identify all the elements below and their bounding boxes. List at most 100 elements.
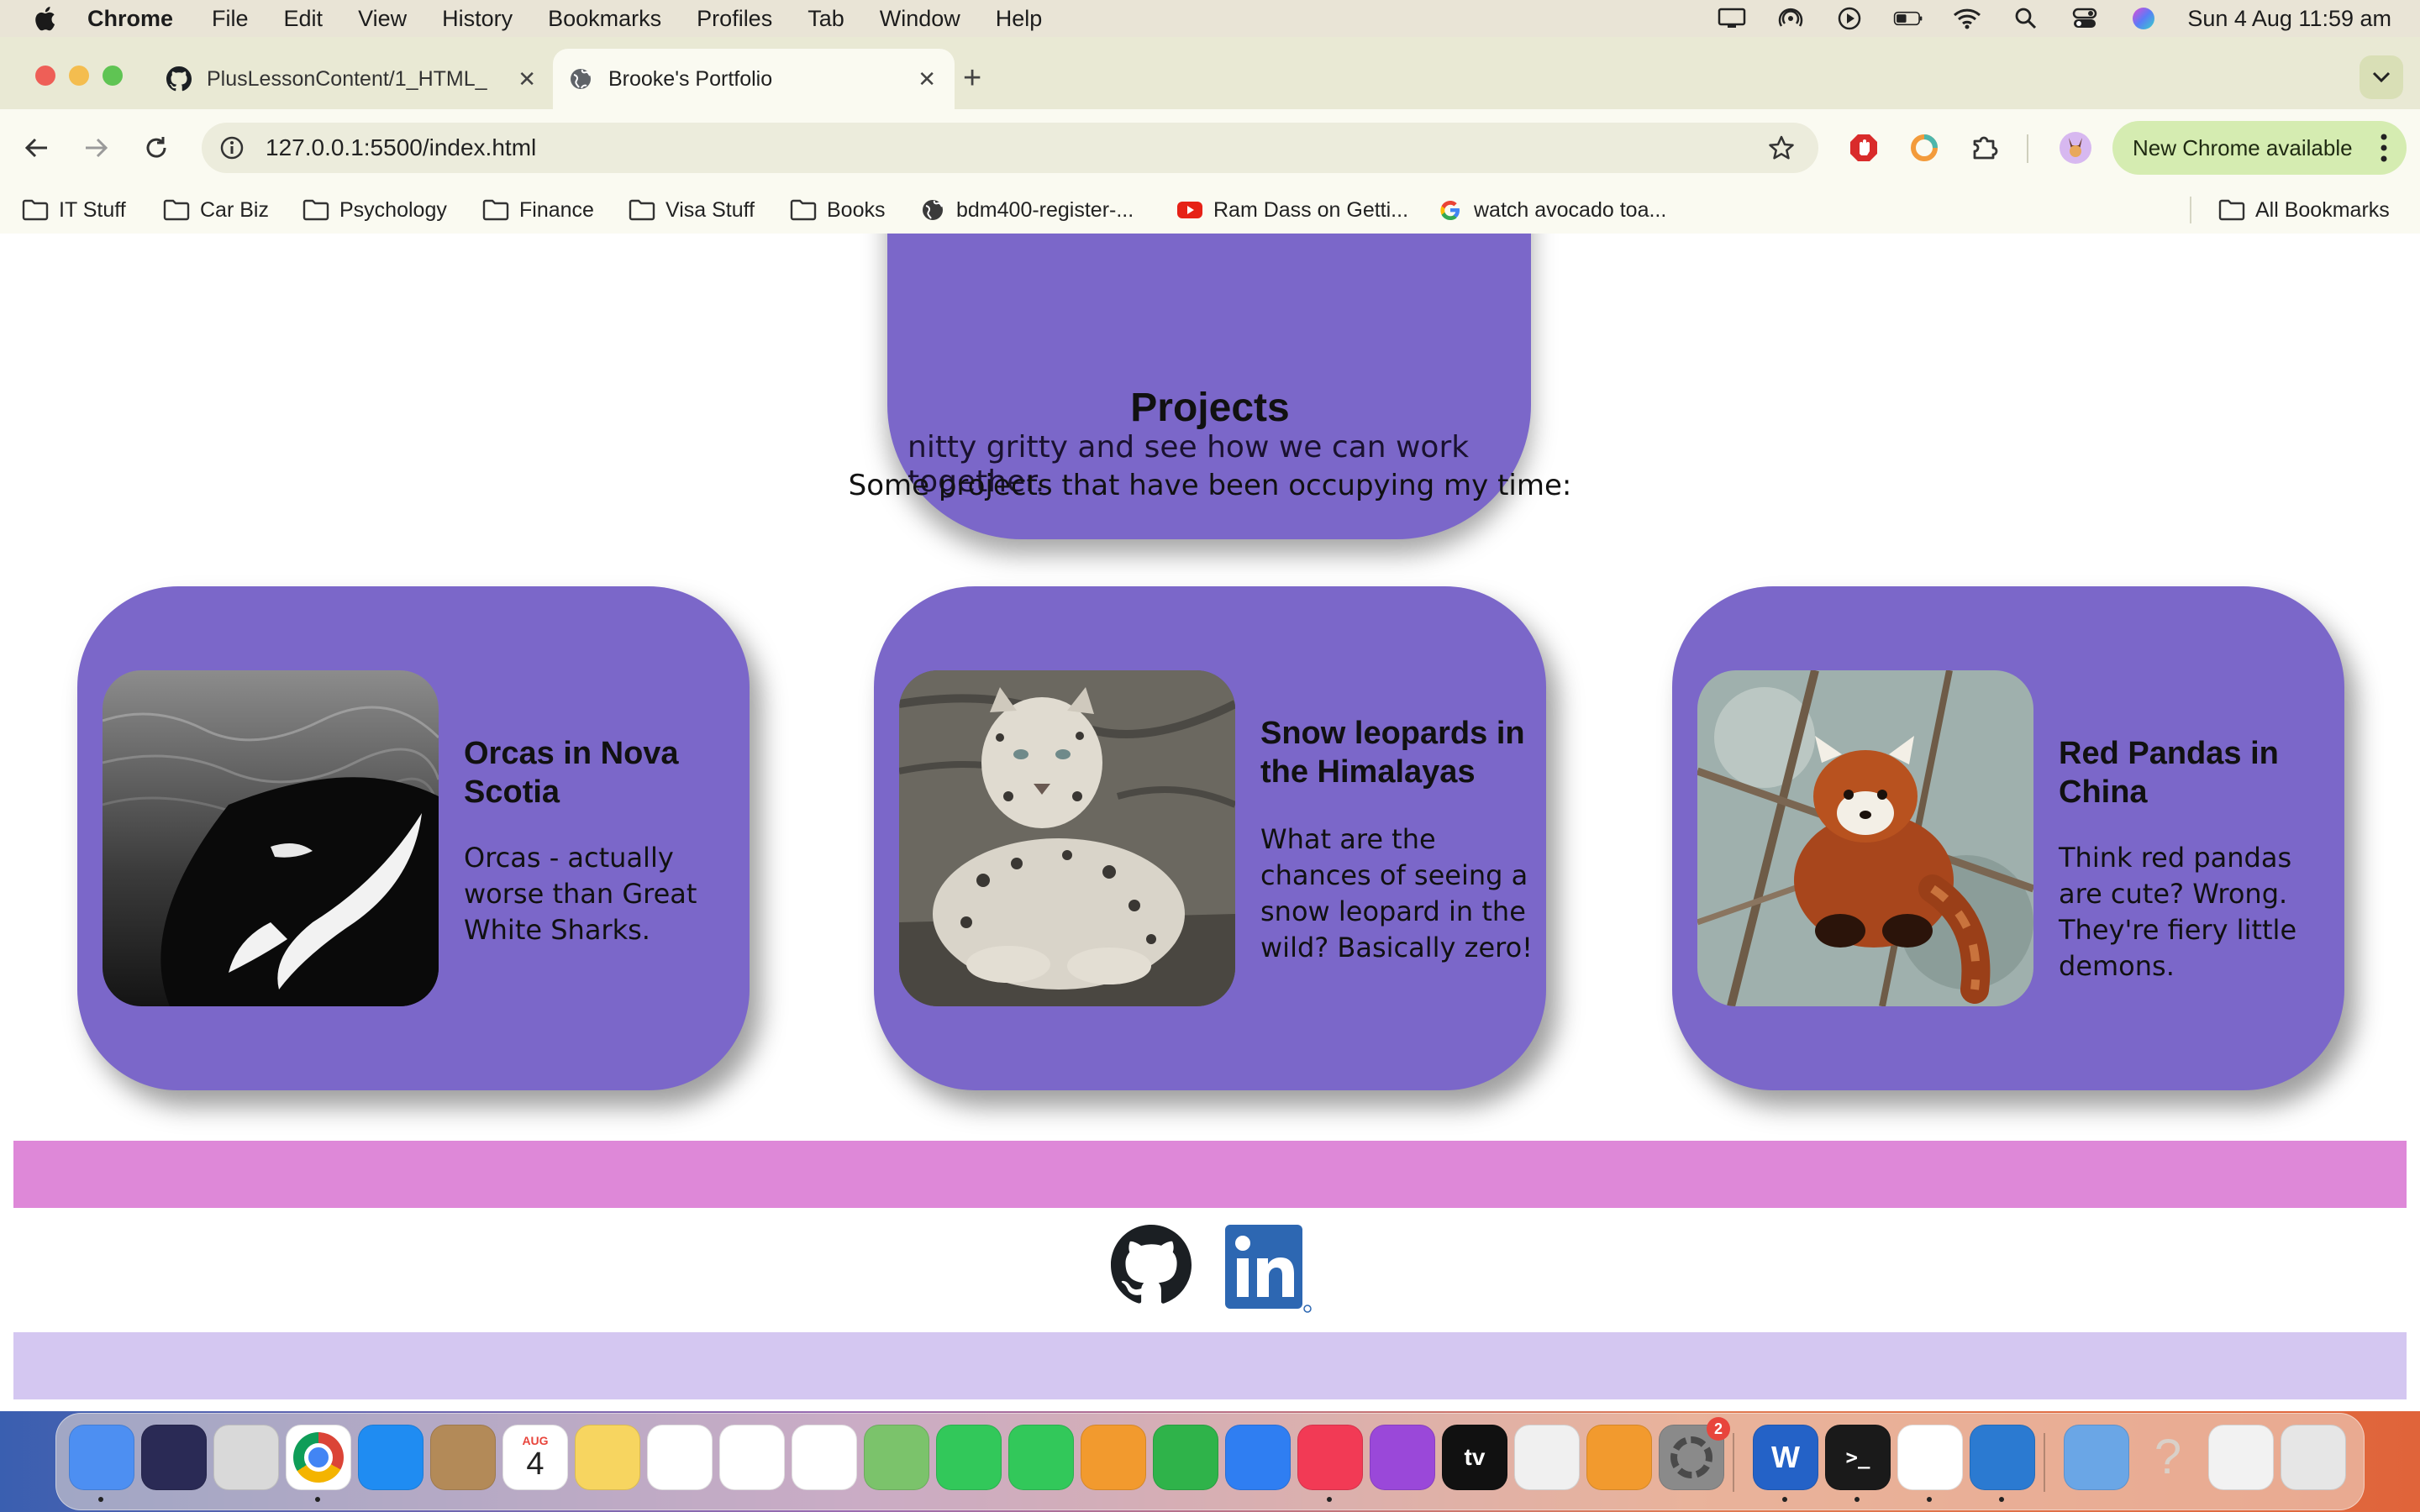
running-indicator	[98, 1497, 103, 1502]
tab-close-icon[interactable]: ✕	[918, 66, 936, 92]
reminders-icon[interactable]	[719, 1425, 785, 1490]
menu-tab[interactable]: Tab	[808, 6, 844, 32]
siri-icon[interactable]	[2128, 7, 2159, 30]
news-icon[interactable]	[1514, 1425, 1580, 1490]
help-icon[interactable]: ?	[2136, 1425, 2200, 1488]
facetime-icon[interactable]	[1008, 1425, 1074, 1490]
airdrop-icon[interactable]	[1776, 7, 1806, 30]
apple-logo-icon[interactable]	[34, 6, 55, 31]
tab-close-icon[interactable]: ✕	[518, 66, 536, 92]
control-center-icon[interactable]	[2070, 7, 2100, 30]
github-link[interactable]	[1111, 1225, 1192, 1305]
profile-avatar[interactable]	[2059, 131, 2092, 165]
project-description: Think red pandas are cute? Wrong. They'r…	[2059, 842, 2297, 982]
reload-button[interactable]	[136, 128, 176, 168]
tab-pluslessoncontent[interactable]: PlusLessonContent/1_HTML_ ✕	[150, 49, 555, 109]
tab-brookes-portfolio[interactable]: Brooke's Portfolio ✕	[553, 49, 955, 109]
bookmark-bdm400-register[interactable]: bdm400-register-...	[919, 195, 1134, 225]
url-text[interactable]: 127.0.0.1:5500/index.html	[266, 134, 536, 161]
bookmark-folder-car-biz[interactable]: Car Biz	[163, 195, 269, 225]
chrome-icon[interactable]	[286, 1425, 351, 1490]
menu-file[interactable]: File	[212, 6, 249, 32]
back-button[interactable]	[17, 128, 57, 168]
menu-edit[interactable]: Edit	[284, 6, 324, 32]
word-icon[interactable]: W	[1753, 1425, 1818, 1490]
podcasts-icon[interactable]	[1370, 1425, 1435, 1490]
now-playing-icon[interactable]	[1834, 7, 1865, 30]
menu-clock[interactable]: Sun 4 Aug 11:59 am	[2187, 6, 2391, 32]
linkedin-link[interactable]	[1225, 1225, 1313, 1314]
dock-divider	[2044, 1433, 2045, 1492]
maps-icon[interactable]	[864, 1425, 929, 1490]
running-indicator	[1782, 1497, 1787, 1502]
numbers-icon[interactable]	[1153, 1425, 1218, 1490]
battery-icon[interactable]	[1893, 7, 1923, 30]
tv-icon[interactable]: tv	[1442, 1425, 1507, 1490]
display-icon[interactable]	[1717, 7, 1747, 30]
folder-icon	[482, 198, 509, 222]
bookmark-folder-psychology[interactable]: Psychology	[302, 195, 447, 225]
terminal-icon[interactable]: >_	[1825, 1425, 1891, 1490]
status-area: Sun 4 Aug 11:59 am	[1688, 0, 2391, 37]
web-page-viewport[interactable]: nitty gritty and see how we can work tog…	[0, 234, 2420, 1411]
window-minimize-button[interactable]	[69, 66, 89, 86]
bookmark-label: IT Stuff	[59, 197, 126, 222]
bookmark-folder-books[interactable]: Books	[790, 195, 885, 225]
downloads-folder-icon[interactable]	[2064, 1425, 2129, 1490]
calendar-icon[interactable]: AUG 4	[502, 1425, 568, 1490]
bookmark-ram-dass[interactable]: Ram Dass on Getti...	[1176, 195, 1408, 225]
site-info-icon[interactable]	[218, 134, 245, 161]
bookmark-label: bdm400-register-...	[956, 197, 1134, 222]
new-tab-button[interactable]: +	[963, 60, 981, 97]
new-chrome-available-button[interactable]: New Chrome available	[2112, 121, 2407, 175]
menu-bookmarks[interactable]: Bookmarks	[548, 6, 661, 32]
bookmark-star-icon[interactable]	[1768, 134, 1795, 167]
all-bookmarks-button[interactable]: All Bookmarks	[2218, 195, 2390, 225]
adblock-extension-icon[interactable]	[1847, 131, 1881, 165]
running-indicator	[1927, 1497, 1932, 1502]
preview-icon[interactable]	[2208, 1425, 2274, 1490]
freeform-icon[interactable]	[647, 1425, 713, 1490]
wifi-icon[interactable]	[1952, 7, 1982, 30]
siri-icon[interactable]	[141, 1425, 207, 1490]
color-extension-icon[interactable]	[1907, 131, 1941, 165]
project-description: Orcas - actually worse than Great White …	[464, 842, 697, 946]
bookmark-watch-avocado[interactable]: watch avocado toa...	[1437, 195, 1666, 225]
menu-view[interactable]: View	[358, 6, 407, 32]
messages-icon[interactable]	[936, 1425, 1002, 1490]
vscode-icon[interactable]	[1970, 1425, 2035, 1490]
bookmark-folder-visa-stuff[interactable]: Visa Stuff	[629, 195, 755, 225]
tab-search-button[interactable]	[2360, 55, 2403, 99]
slack-icon[interactable]	[1897, 1425, 1963, 1490]
contacts-icon[interactable]	[430, 1425, 496, 1490]
folder-icon	[163, 198, 190, 222]
window-close-button[interactable]	[35, 66, 55, 86]
address-bar[interactable]: 127.0.0.1:5500/index.html	[202, 123, 1818, 173]
pages-icon[interactable]	[1081, 1425, 1146, 1490]
keynote-icon[interactable]	[1225, 1425, 1291, 1490]
bookmark-folder-finance[interactable]: Finance	[482, 195, 594, 225]
books-icon[interactable]	[1586, 1425, 1652, 1490]
forward-button[interactable]	[76, 128, 116, 168]
bookmark-label: Finance	[519, 197, 594, 222]
photos-icon[interactable]	[792, 1425, 857, 1490]
menu-history[interactable]: History	[442, 6, 513, 32]
trash-icon[interactable]	[2281, 1425, 2346, 1490]
bookmark-folder-it-stuff[interactable]: IT Stuff	[22, 195, 126, 225]
music-icon[interactable]	[1297, 1425, 1363, 1490]
menu-window[interactable]: Window	[880, 6, 960, 32]
tab-strip: PlusLessonContent/1_HTML_ ✕ Brooke's Por…	[0, 37, 2420, 109]
notes-icon[interactable]	[575, 1425, 640, 1490]
extensions-puzzle-icon[interactable]	[1968, 131, 2002, 165]
system-settings-icon[interactable]: 2	[1659, 1417, 1730, 1490]
launchpad-icon[interactable]	[213, 1425, 279, 1490]
menu-app-name[interactable]: Chrome	[87, 6, 173, 32]
spotlight-search-icon[interactable]	[2011, 7, 2041, 30]
menu-profiles[interactable]: Profiles	[697, 6, 772, 32]
menu-help[interactable]: Help	[996, 6, 1043, 32]
app-store-icon[interactable]	[358, 1425, 424, 1490]
finder-icon[interactable]	[69, 1425, 134, 1490]
bookmark-label: Ram Dass on Getti...	[1213, 197, 1409, 222]
window-zoom-button[interactable]	[103, 66, 123, 86]
running-indicator	[315, 1497, 320, 1502]
